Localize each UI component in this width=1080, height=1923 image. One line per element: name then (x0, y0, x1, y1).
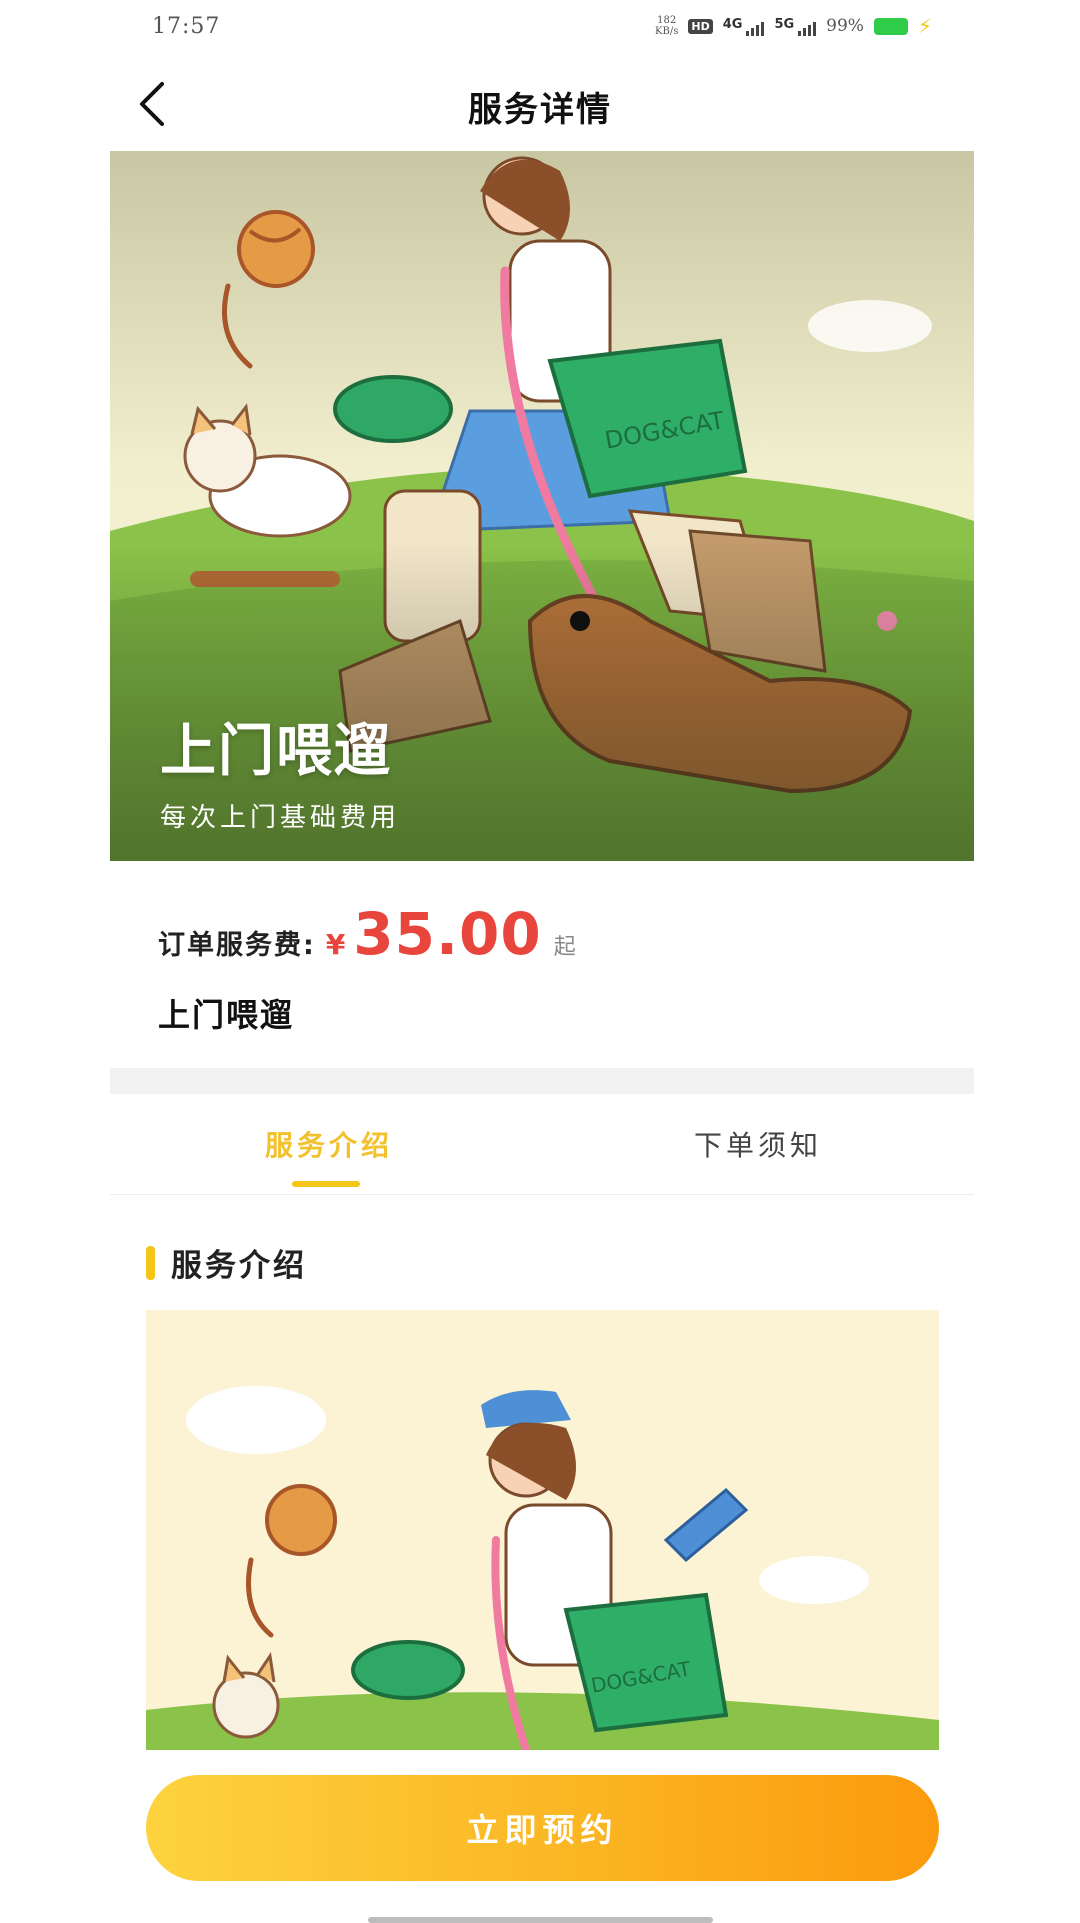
page-title: 服务详情 (468, 90, 612, 130)
price-row: 订单服务费: ¥ 35.00 起 (158, 900, 576, 968)
hd-icon: HD (688, 18, 713, 34)
battery-icon (873, 17, 908, 35)
signal-4g-icon: 4G (723, 17, 765, 36)
book-now-button[interactable]: 立即预约 (146, 1775, 939, 1881)
service-illustration: DOG&CAT (146, 1310, 939, 1750)
section-header: 服务介绍 (146, 1240, 307, 1285)
active-tab-indicator (292, 1181, 360, 1187)
status-icons: 182 KB/s HD 4G 5G 99% ⚡ (655, 14, 932, 38)
battery-percent: 99% (826, 16, 864, 36)
price-label: 订单服务费: (158, 930, 316, 961)
service-name: 上门喂遛 (158, 996, 295, 1034)
status-bar: 17:57 182 KB/s HD 4G 5G 99% ⚡ (0, 0, 1080, 58)
section-accent-bar (146, 1245, 155, 1280)
bottom-bar: 立即预约 (0, 1750, 1080, 1923)
signal-5g-icon: 5G (774, 17, 817, 36)
tab-bar: 服务介绍 下单须知 (110, 1094, 974, 1195)
section-divider (110, 1068, 974, 1094)
tab-order-notice[interactable]: 下单须知 (542, 1124, 974, 1164)
hero-subtitle: 每次上门基础费用 (160, 803, 401, 833)
network-speed: 182 KB/s (655, 15, 679, 37)
hero-title: 上门喂遛 (160, 719, 392, 784)
service-intro-image: DOG&CAT (146, 1310, 939, 1750)
navigation-bar: 服务详情 (0, 58, 1080, 150)
home-indicator[interactable] (368, 1917, 713, 1923)
price-value: 35.00 (353, 900, 542, 968)
price-card: 订单服务费: ¥ 35.00 起 上门喂遛 (110, 862, 974, 1068)
section-title: 服务介绍 (171, 1248, 307, 1284)
status-time: 17:57 (152, 14, 221, 39)
hero-banner: DOG&CAT 上门喂遛 每次上门基础费用 (110, 151, 974, 861)
currency-symbol: ¥ (325, 928, 346, 961)
price-suffix: 起 (553, 935, 576, 960)
charging-icon: ⚡ (917, 14, 932, 38)
